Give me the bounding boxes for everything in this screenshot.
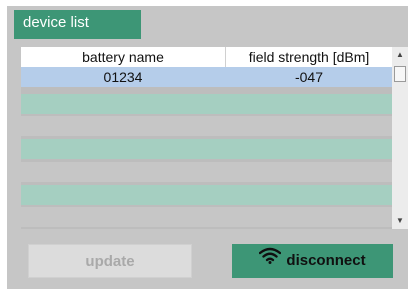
table-row-empty[interactable] — [21, 139, 392, 159]
field-strength-cell: -047 — [294, 69, 324, 85]
table-row-empty[interactable] — [21, 185, 392, 205]
disconnect-button[interactable]: disconnect — [232, 244, 393, 278]
arrow-up-icon[interactable]: ▲ — [392, 47, 408, 63]
table-row-empty[interactable] — [21, 162, 392, 182]
wifi-icon — [259, 243, 282, 277]
scrollbar-thumb[interactable] — [394, 66, 406, 82]
column-header-battery-name[interactable]: battery name — [21, 47, 225, 67]
table-row-empty[interactable] — [21, 94, 392, 114]
disconnect-label: disconnect — [286, 252, 366, 269]
battery-name-cell: 01234 — [103, 69, 143, 85]
table-row[interactable]: 01234 -047 — [21, 67, 392, 87]
tab-label: device list — [23, 14, 89, 31]
update-button[interactable]: update — [28, 244, 192, 278]
column-header-field-strength[interactable]: field strength [dBm] — [226, 47, 392, 67]
device-table: battery name field strength [dBm] 01234 … — [21, 47, 392, 229]
tab-device-list[interactable]: device list — [14, 10, 141, 39]
table-header: battery name field strength [dBm] — [21, 47, 392, 67]
table-row-empty[interactable] — [21, 207, 392, 227]
table-scrollbar[interactable]: ▲ ▼ — [392, 47, 408, 229]
arrow-down-icon[interactable]: ▼ — [392, 213, 408, 229]
table-row-empty[interactable] — [21, 116, 392, 136]
